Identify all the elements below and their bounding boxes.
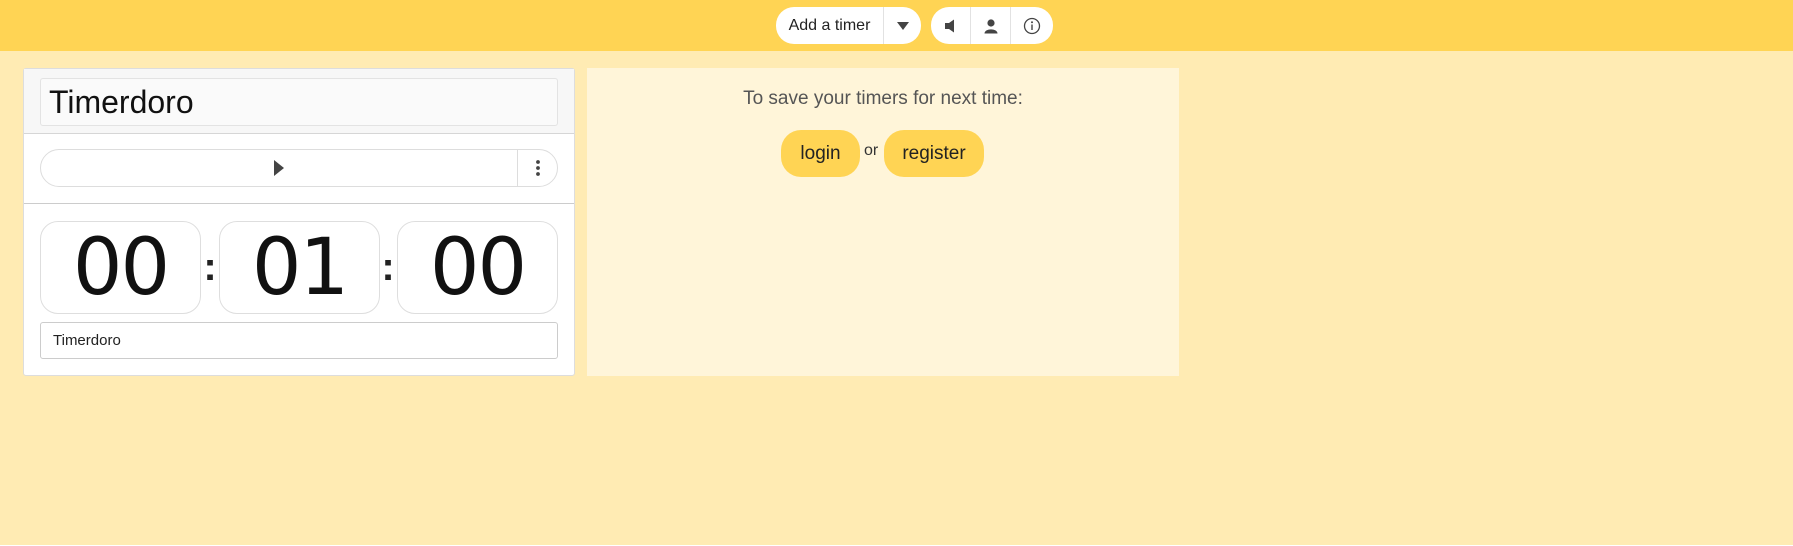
play-button[interactable] (41, 150, 517, 186)
top-toolbar: Add a timer (0, 0, 1793, 51)
time-separator: : (203, 245, 217, 289)
speaker-icon (944, 19, 954, 32)
add-timer-dropdown-button[interactable] (884, 7, 921, 44)
add-timer-group: Add a timer (776, 7, 921, 44)
timer-options-button[interactable] (517, 150, 557, 186)
timer-name-input[interactable]: Timerdoro (40, 322, 558, 359)
user-icon (984, 18, 997, 33)
timer-header: Timerdoro (24, 69, 574, 134)
add-timer-button[interactable]: Add a timer (776, 7, 884, 44)
timer-title-field[interactable]: Timerdoro (40, 78, 558, 126)
login-button[interactable]: login (781, 130, 860, 177)
info-icon (1023, 17, 1041, 34)
seconds-field[interactable]: 00 (397, 221, 558, 314)
time-display: 00 : 01 : 00 (40, 221, 558, 314)
sound-button[interactable] (931, 7, 971, 44)
play-icon (274, 160, 284, 176)
or-label: or (864, 142, 879, 159)
kebab-menu-icon (535, 160, 540, 176)
chevron-down-icon (896, 21, 909, 30)
play-bar (40, 149, 558, 187)
minutes-field[interactable]: 01 (219, 221, 380, 314)
info-button[interactable] (1011, 7, 1053, 44)
hours-field[interactable]: 00 (40, 221, 201, 314)
account-button[interactable] (971, 7, 1011, 44)
timer-controls (24, 134, 574, 204)
save-message: To save your timers for next time: (743, 88, 1023, 109)
utility-buttons (931, 7, 1053, 44)
timer-card: Timerdoro 00 : 01 : 00 Timerdoro (23, 68, 575, 376)
register-button[interactable]: register (884, 130, 984, 177)
time-separator: : (381, 245, 395, 289)
save-timers-panel: To save your timers for next time: login… (587, 68, 1179, 376)
